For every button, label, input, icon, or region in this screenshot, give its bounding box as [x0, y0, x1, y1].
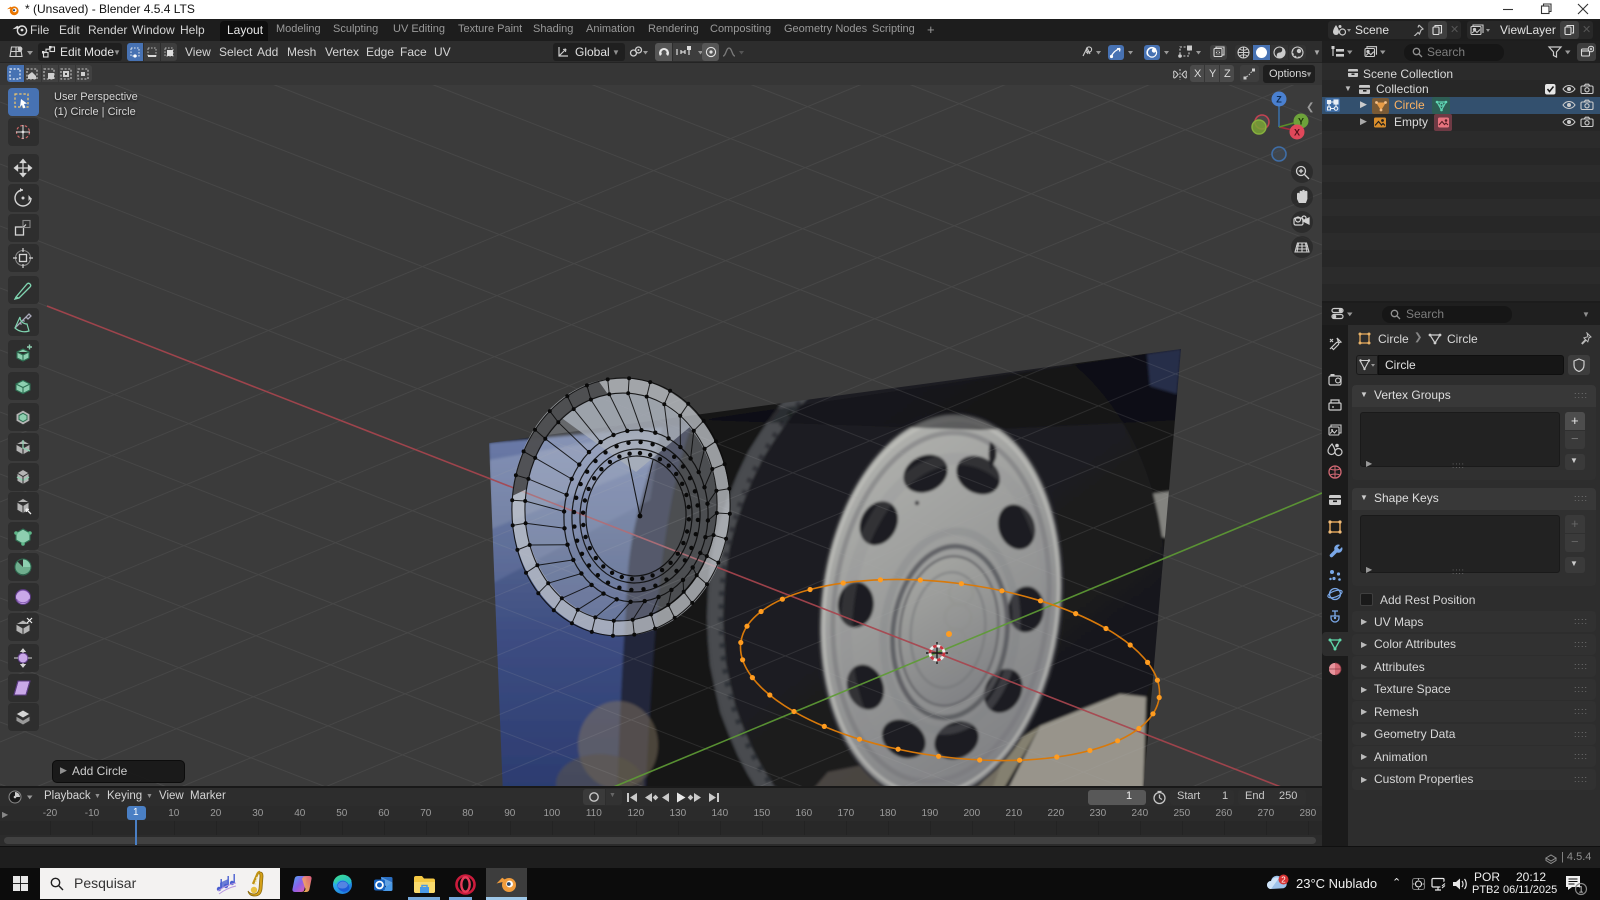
svg-text:2: 2 [1281, 876, 1286, 885]
svg-text:1: 1 [1578, 885, 1583, 895]
svg-text:X: X [1294, 128, 1300, 138]
svg-text:Z: Z [1276, 95, 1282, 105]
